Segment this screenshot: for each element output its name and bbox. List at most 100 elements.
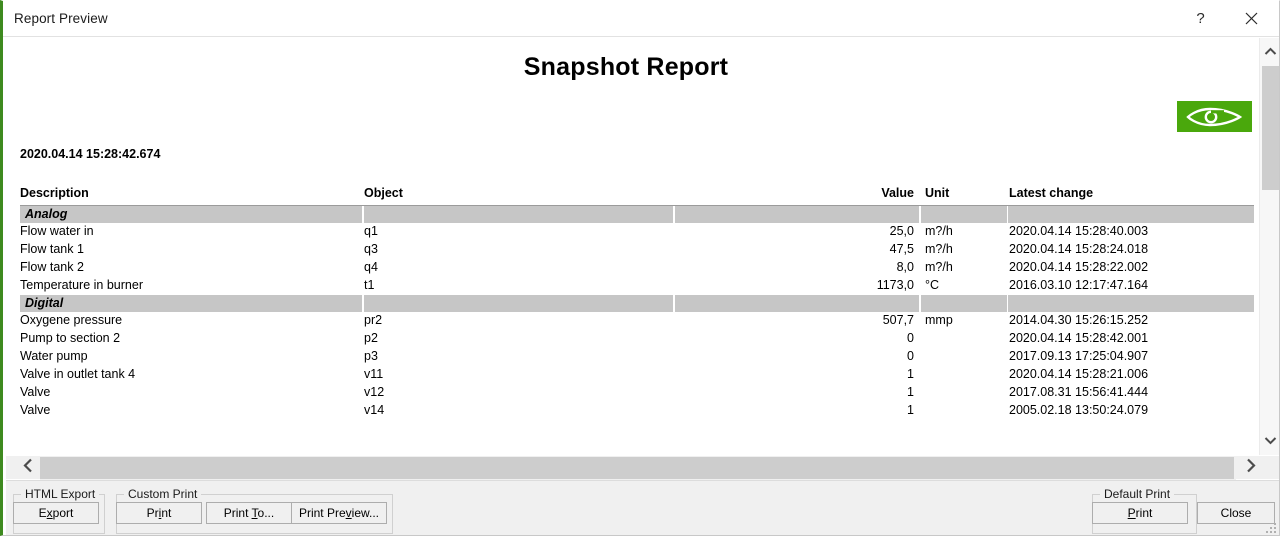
print-to-button[interactable]: Print To... xyxy=(206,502,292,524)
table-row[interactable]: Water pump p3 0 2017.09.13 17:25:04.907 xyxy=(20,348,1254,366)
cell-unit: m?/h xyxy=(925,260,953,274)
cell-object: q3 xyxy=(364,242,378,256)
cell-description: Water pump xyxy=(20,349,88,363)
section-band xyxy=(364,206,673,223)
custom-print-button-label: Print xyxy=(146,506,172,520)
section-label: Analog xyxy=(25,207,68,221)
question-mark-icon: ? xyxy=(1196,10,1205,27)
cell-description: Valve xyxy=(20,385,51,399)
cell-value: 0 xyxy=(907,349,914,363)
section-header-row: Analog xyxy=(20,206,1254,223)
table-body: Analog Flow water in q1 25,0 m?/h 2020.04.14 … xyxy=(20,206,1254,420)
cell-latest-change: 2014.04.30 15:26:15.252 xyxy=(1009,313,1149,327)
close-window-button[interactable] xyxy=(1229,1,1274,36)
print-preview-button[interactable]: Print Preview... xyxy=(291,502,387,524)
print-preview-button-label: Print Preview... xyxy=(298,506,380,520)
cell-latest-change: 2020.04.14 15:28:21.006 xyxy=(1009,367,1149,381)
cell-description: Valve in outlet tank 4 xyxy=(20,367,136,381)
cell-object: q4 xyxy=(364,260,378,274)
report-title: Snapshot Report xyxy=(523,53,729,81)
cell-latest-change: 2020.04.14 15:28:22.002 xyxy=(1009,260,1149,274)
section-band xyxy=(921,206,1007,223)
default-print-button-label: Print xyxy=(1127,506,1153,520)
cell-latest-change: 2017.08.31 15:56:41.444 xyxy=(1009,385,1149,399)
cell-unit: m?/h xyxy=(925,242,953,256)
cell-object: q1 xyxy=(364,224,378,238)
eye-logo-icon xyxy=(1177,101,1252,132)
vertical-scrollbar-thumb[interactable] xyxy=(1262,66,1279,190)
window-title: Report Preview xyxy=(14,11,108,26)
table-row[interactable]: Valve v14 1 2005.02.18 13:50:24.079 xyxy=(20,402,1254,420)
section-band xyxy=(675,206,919,223)
table-row[interactable]: Valve in outlet tank 4 v11 1 2020.04.14 15:… xyxy=(20,366,1254,384)
cell-description: Oxygene pressure xyxy=(20,313,123,327)
section-band xyxy=(1008,295,1254,312)
cell-description: Flow tank 2 xyxy=(20,260,84,274)
cell-unit xyxy=(921,330,1007,348)
cell-latest-change: 2020.04.14 15:28:42.001 xyxy=(1009,331,1149,345)
table-row[interactable]: Temperature in burner t1 1173,0 °C 2016.03.1… xyxy=(20,277,1254,295)
horizontal-scrollbar-thumb[interactable] xyxy=(40,457,1234,479)
table-row[interactable]: Oxygene pressure pr2 507,7 mmp 2014.04.30 15… xyxy=(20,312,1254,330)
cell-description: Valve xyxy=(20,403,51,417)
section-band xyxy=(1008,206,1254,223)
scroll-down-button[interactable] xyxy=(1260,430,1279,452)
section-band xyxy=(20,295,362,312)
table-row[interactable]: Flow water in q1 25,0 m?/h 2020.04.14 15:28:… xyxy=(20,223,1254,241)
cell-object: v11 xyxy=(364,367,384,381)
cell-unit: m?/h xyxy=(925,224,953,238)
table-row[interactable]: Flow tank 1 q3 47,5 m?/h 2020.04.14 15:28:24… xyxy=(20,241,1254,259)
cell-description: Pump to section 2 xyxy=(20,331,121,345)
export-button[interactable]: Export xyxy=(13,502,99,524)
cell-latest-change: 2016.03.10 12:17:47.164 xyxy=(1009,278,1149,292)
cell-value: 1173,0 xyxy=(876,278,914,292)
default-print-group-label: Default Print xyxy=(1100,487,1175,501)
cell-value: 507,7 xyxy=(882,313,914,327)
cell-unit: mmp xyxy=(925,313,953,327)
vertical-scrollbar[interactable] xyxy=(1259,38,1279,455)
section-band xyxy=(921,295,1007,312)
column-header-unit: Unit xyxy=(925,186,950,200)
cell-latest-change: 2005.02.18 13:50:24.079 xyxy=(1009,403,1149,417)
snapshot-report-table: Description Object Value Unit Latest cha… xyxy=(20,186,1254,420)
table-row[interactable]: Pump to section 2 p2 0 2020.04.14 15:28:42.… xyxy=(20,330,1254,348)
scroll-right-button[interactable] xyxy=(1234,456,1268,480)
cell-object: v14 xyxy=(364,403,385,417)
cell-latest-change: 2020.04.14 15:28:24.018 xyxy=(1009,242,1149,256)
cell-unit xyxy=(921,366,1007,384)
cell-unit xyxy=(921,348,1007,366)
cell-latest-change: 2020.04.14 15:28:40.003 xyxy=(1009,224,1149,238)
table-row[interactable]: Valve v12 1 2017.08.31 15:56:41.444 xyxy=(20,384,1254,402)
cell-unit: °C xyxy=(925,278,940,292)
section-header-row: Digital xyxy=(20,295,1254,312)
help-button[interactable]: ? xyxy=(1178,1,1223,36)
resize-grip[interactable] xyxy=(1264,521,1276,533)
cell-value: 1 xyxy=(907,385,914,399)
cell-description: Flow water in xyxy=(20,224,94,238)
cell-value: 25,0 xyxy=(889,224,914,238)
section-band xyxy=(675,295,919,312)
scroll-up-button[interactable] xyxy=(1260,41,1279,63)
cell-object: pr2 xyxy=(364,313,383,327)
chevron-down-icon xyxy=(1264,432,1277,450)
title-bar: Report Preview ? xyxy=(3,1,1279,37)
custom-print-button[interactable]: Print xyxy=(116,502,202,524)
close-icon xyxy=(1245,12,1258,25)
table-row[interactable]: Flow tank 2 q4 8,0 m?/h 2020.04.14 15:28:22.… xyxy=(20,259,1254,277)
cell-unit xyxy=(921,402,1007,420)
custom-print-group-label: Custom Print xyxy=(124,487,202,501)
column-header-object: Object xyxy=(364,186,403,200)
table-header-row: Description Object Value Unit Latest cha… xyxy=(20,186,1254,206)
default-print-button[interactable]: Print xyxy=(1092,502,1188,524)
chevron-right-icon xyxy=(1246,458,1256,478)
export-button-label: Export xyxy=(38,506,74,520)
horizontal-scrollbar-track[interactable] xyxy=(40,456,1236,480)
close-button-label: Close xyxy=(1220,506,1252,520)
print-to-button-label: Print To... xyxy=(223,506,275,520)
horizontal-scrollbar[interactable] xyxy=(6,455,1279,480)
cell-value: 0 xyxy=(907,331,914,345)
report-preview-window: Report Preview ? Snapshot Report 2020.04… xyxy=(0,0,1280,536)
cell-unit xyxy=(921,384,1007,402)
section-label: Digital xyxy=(25,296,64,310)
cell-object: v12 xyxy=(364,385,385,399)
